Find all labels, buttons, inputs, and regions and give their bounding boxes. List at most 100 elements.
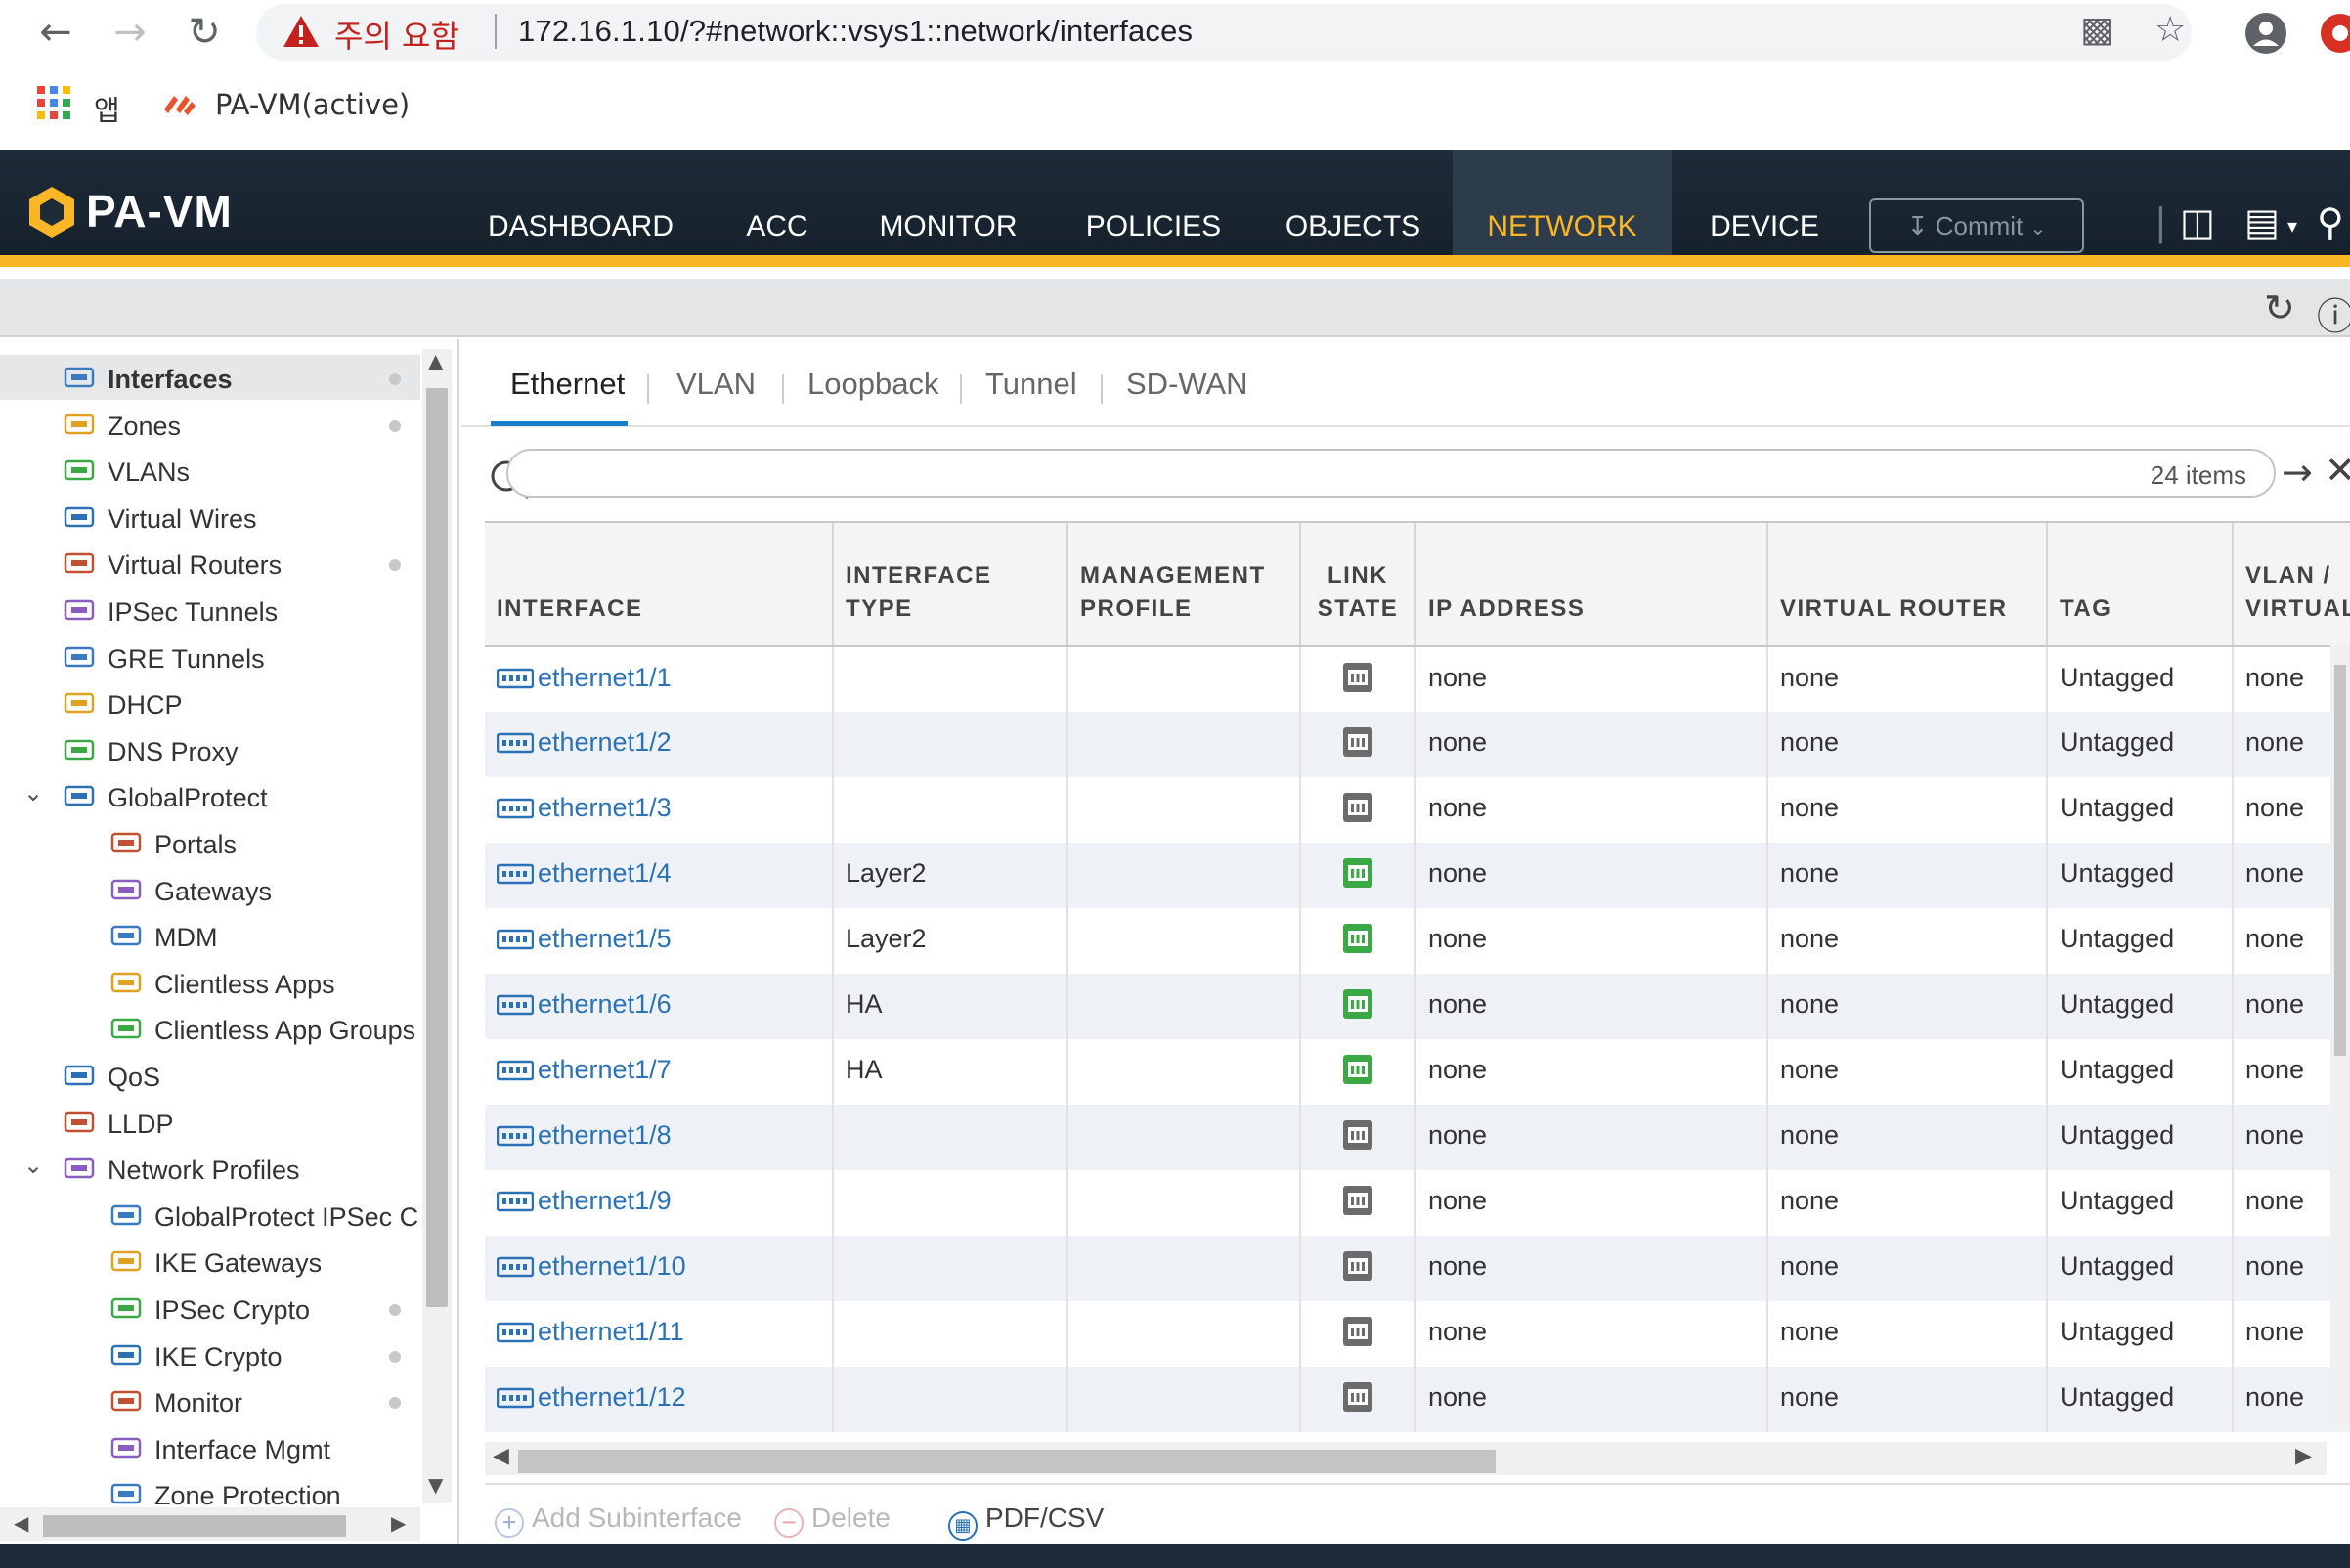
scroll-right-icon[interactable]: ▶ [391, 1511, 406, 1535]
sidebar-item-portals[interactable]: Portals [0, 820, 420, 865]
forward-arrow-icon[interactable]: → [108, 10, 152, 55]
tab-ethernet[interactable]: Ethernet [510, 367, 625, 402]
interface-name-link[interactable]: ethernet1/9 [538, 1186, 672, 1215]
sidebar-item-globalprotect[interactable]: ⌄ GlobalProtect [0, 773, 420, 818]
table-row[interactable]: ethernet1/9 none none Untagged none [485, 1170, 2350, 1236]
sidebar-item-qos[interactable]: QoS [0, 1053, 420, 1098]
sidebar-item-virtual-wires[interactable]: Virtual Wires [0, 495, 420, 540]
interface-cell[interactable]: ethernet1/7 [485, 1039, 834, 1105]
url-text[interactable]: 172.16.1.10/?#network::vsys1::network/in… [518, 14, 1193, 49]
translate-icon[interactable]: ▩ [2080, 10, 2113, 50]
sidebar-item-dhcp[interactable]: DHCP [0, 680, 420, 725]
tab-network[interactable]: NETWORK [1453, 150, 1672, 255]
reload-icon[interactable]: ↻ [182, 10, 227, 55]
apply-filter-arrow-icon[interactable]: → [2282, 451, 2313, 494]
table-row[interactable]: ethernet1/5 Layer2 none none Untagged none [485, 908, 2350, 974]
filter-input[interactable]: 24 items [506, 449, 2276, 498]
col-interface[interactable]: INTERFACE [485, 523, 834, 647]
interface-name-link[interactable]: ethernet1/2 [538, 727, 672, 757]
scroll-left-icon[interactable]: ◀ [14, 1511, 28, 1535]
tab-acc[interactable]: ACC [723, 150, 831, 255]
sidebar-item-gre-tunnels[interactable]: GRE Tunnels [0, 634, 420, 679]
tab-policies[interactable]: POLICIES [1071, 150, 1236, 255]
sidebar-item-dns-proxy[interactable]: DNS Proxy [0, 727, 420, 772]
sidebar-item-zones[interactable]: Zones [0, 402, 420, 447]
interface-cell[interactable]: ethernet1/11 [485, 1301, 834, 1367]
scroll-down-icon[interactable]: ▼ [428, 1473, 443, 1497]
sidebar-item-interface-mgmt[interactable]: Interface Mgmt [0, 1425, 420, 1470]
interface-cell[interactable]: ethernet1/10 [485, 1236, 834, 1301]
tab-tunnel[interactable]: Tunnel [985, 367, 1077, 402]
sidebar-hscroll-thumb[interactable] [43, 1515, 346, 1537]
table-horizontal-scrollbar[interactable]: ◀ ▶ [485, 1442, 2327, 1475]
profile-avatar-icon[interactable] [2244, 12, 2287, 55]
tab-objects[interactable]: OBJECTS [1271, 150, 1435, 255]
table-vertical-scrollbar[interactable] [2330, 645, 2350, 1427]
back-arrow-icon[interactable]: ← [33, 10, 78, 55]
table-row[interactable]: ethernet1/12 none none Untagged none [485, 1367, 2350, 1432]
sidebar-item-clientless-apps[interactable]: Clientless Apps [0, 960, 420, 1005]
table-row[interactable]: ethernet1/10 none none Untagged none [485, 1236, 2350, 1301]
sidebar-item-virtual-routers[interactable]: Virtual Routers [0, 541, 420, 586]
config-actions-icon[interactable]: ▤ [2244, 200, 2280, 243]
chevron-down-icon[interactable]: ⌄ [23, 1152, 43, 1179]
not-secure-label[interactable]: 주의 요함 [334, 12, 459, 57]
interface-cell[interactable]: ethernet1/5 [485, 908, 834, 974]
table-row[interactable]: ethernet1/1 none none Untagged none [485, 646, 2350, 712]
col-virtual-router[interactable]: VIRTUAL ROUTER [1767, 523, 2048, 647]
add-subinterface-button[interactable]: + Add Subinterface [495, 1503, 742, 1538]
apps-label[interactable]: 앱 [94, 88, 120, 129]
sidebar-item-gateways[interactable]: Gateways [0, 867, 420, 912]
star-icon[interactable]: ☆ [2154, 10, 2186, 50]
lock-config-icon[interactable]: ◫ [2180, 200, 2215, 243]
interface-cell[interactable]: ethernet1/12 [485, 1367, 834, 1432]
bookmark-pa-vm[interactable]: PA-VM(active) [215, 88, 410, 121]
table-row[interactable]: ethernet1/11 none none Untagged none [485, 1301, 2350, 1367]
interface-cell[interactable]: ethernet1/3 [485, 777, 834, 843]
commit-button[interactable]: ↧ Commit ⌄ [1869, 198, 2084, 253]
sidebar-item-mdm[interactable]: MDM [0, 913, 420, 958]
col-tag[interactable]: TAG [2047, 523, 2234, 647]
apps-grid-icon[interactable] [37, 86, 70, 119]
pdf-csv-button[interactable]: ▦ PDF/CSV [948, 1503, 1104, 1541]
sidebar-item-monitor[interactable]: Monitor [0, 1378, 420, 1423]
table-row[interactable]: ethernet1/2 none none Untagged none [485, 712, 2350, 777]
sidebar-scroll-thumb[interactable] [426, 388, 448, 1307]
tab-monitor[interactable]: MONITOR [860, 150, 1036, 255]
table-row[interactable]: ethernet1/3 none none Untagged none [485, 777, 2350, 843]
interface-name-link[interactable]: ethernet1/5 [538, 924, 672, 953]
sidebar-item-ipsec-tunnels[interactable]: IPSec Tunnels [0, 588, 420, 632]
clear-filter-icon[interactable]: ✕ [2325, 449, 2350, 492]
col-ip-address[interactable]: IP ADDRESS [1415, 523, 1768, 647]
sidebar-item-globalprotect-ipsec-cry[interactable]: GlobalProtect IPSec Cry [0, 1193, 420, 1238]
tab-loopback[interactable]: Loopback [807, 367, 938, 402]
interface-cell[interactable]: ethernet1/1 [485, 646, 834, 712]
col-vlan-virtual-wire[interactable]: VLAN / VIRTUAL [2233, 523, 2350, 647]
interface-name-link[interactable]: ethernet1/10 [538, 1251, 686, 1281]
sidebar-vertical-scrollbar[interactable]: ▲ ▼ [422, 349, 452, 1503]
warning-triangle-icon[interactable] [282, 14, 321, 49]
sidebar-item-network-profiles[interactable]: ⌄ Network Profiles [0, 1146, 420, 1191]
interface-name-link[interactable]: ethernet1/1 [538, 663, 672, 692]
config-chevron-icon[interactable]: ▾ [2287, 214, 2297, 238]
scroll-left-icon[interactable]: ◀ [493, 1444, 509, 1468]
sidebar-item-ipsec-crypto[interactable]: IPSec Crypto [0, 1285, 420, 1330]
table-row[interactable]: ethernet1/8 none none Untagged none [485, 1105, 2350, 1170]
sidebar-item-lldp[interactable]: LLDP [0, 1100, 420, 1145]
sidebar-item-clientless-app-groups[interactable]: Clientless App Groups [0, 1006, 420, 1051]
delete-button[interactable]: − Delete [774, 1503, 891, 1538]
sidebar-item-vlans[interactable]: VLANs [0, 448, 420, 493]
interface-cell[interactable]: ethernet1/4 [485, 843, 834, 908]
interface-name-link[interactable]: ethernet1/11 [538, 1317, 684, 1346]
scroll-right-icon[interactable]: ▶ [2295, 1444, 2312, 1468]
interface-name-link[interactable]: ethernet1/6 [538, 989, 672, 1019]
interface-name-link[interactable]: ethernet1/12 [538, 1382, 686, 1412]
scroll-up-icon[interactable]: ▲ [428, 349, 443, 372]
interface-name-link[interactable]: ethernet1/3 [538, 793, 672, 822]
interface-name-link[interactable]: ethernet1/8 [538, 1120, 672, 1150]
interface-name-link[interactable]: ethernet1/7 [538, 1055, 672, 1084]
sidebar-item-interfaces[interactable]: Interfaces [0, 355, 420, 400]
interface-cell[interactable]: ethernet1/9 [485, 1170, 834, 1236]
tab-vlan[interactable]: VLAN [676, 367, 756, 402]
tab-device[interactable]: DEVICE [1691, 150, 1838, 255]
